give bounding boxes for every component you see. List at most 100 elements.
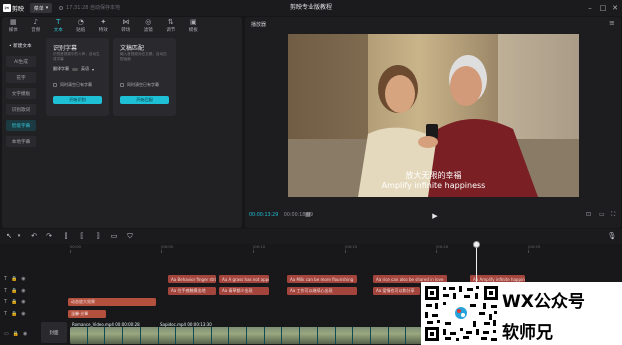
translate-toggle[interactable] bbox=[72, 67, 78, 71]
subtitle-clip[interactable]: Aa Behavior finger stroke bbox=[168, 275, 216, 283]
sidebar-item-ai[interactable]: AI生成 bbox=[6, 56, 36, 67]
marker-icon[interactable]: ⛉ bbox=[125, 231, 135, 241]
effects-icon: ✦ bbox=[100, 18, 107, 26]
lock-icon[interactable]: 🔒 bbox=[11, 288, 17, 294]
clear-caption-option[interactable]: 同时清空已有字幕 bbox=[120, 82, 159, 88]
video-clip-label: Romance_Video.mp4 00:00:00:28 bbox=[72, 322, 140, 327]
sidebar-item-text-template[interactable]: 文字模板 bbox=[6, 88, 36, 99]
lock-icon[interactable]: 🔒 bbox=[11, 311, 17, 317]
checkbox-label: 同时清空已有字幕 bbox=[60, 82, 92, 87]
checkbox[interactable] bbox=[53, 83, 57, 87]
menu-icon[interactable]: ≡ bbox=[609, 19, 615, 27]
template-icon: ▣ bbox=[189, 18, 197, 26]
microphone-icon[interactable]: 🎙 bbox=[607, 231, 617, 241]
menu-label: 菜单 bbox=[33, 5, 44, 12]
tab-sticker[interactable]: ◔ 贴纸 bbox=[70, 17, 93, 35]
tab-adjust[interactable]: ⇅ 调节 bbox=[160, 17, 183, 35]
minimize-icon[interactable]: – bbox=[584, 2, 596, 14]
text-track-icon: T bbox=[4, 288, 8, 294]
start-recognize-button[interactable]: 开始识别 bbox=[53, 96, 102, 104]
delete-icon[interactable]: ▭ bbox=[109, 231, 119, 241]
subtitle-clip[interactable]: Aa A grass has not appeared bbox=[219, 275, 269, 283]
media-icon: ▦ bbox=[9, 18, 17, 26]
translate-row: 翻译字幕 英语 ▾ bbox=[53, 66, 94, 72]
filter-icon: ◎ bbox=[145, 18, 152, 26]
split-left-icon[interactable]: ⟦ bbox=[77, 231, 87, 241]
track-header-video: ▭ 🔒 ◉ bbox=[4, 330, 40, 338]
sidebar-item-lyrics[interactable]: 识别歌词 bbox=[6, 104, 36, 115]
split-right-icon[interactable]: ⟧ bbox=[93, 231, 103, 241]
cover-button[interactable]: 封面 bbox=[41, 322, 67, 343]
text-sidebar: • 新建文本 AI生成 花字 文字模板 识别歌词 智能字幕 本地字幕 bbox=[6, 40, 40, 152]
video-clip-label-2: Sapidoc.mp4 00:00:13:30 bbox=[160, 322, 212, 327]
tab-audio[interactable]: ♪ 音频 bbox=[25, 17, 48, 35]
effect-clip[interactable]: 温馨·光晕 bbox=[68, 310, 106, 318]
track-header-text1: T 🔒 ◉ bbox=[4, 275, 40, 283]
eye-icon[interactable]: ◉ bbox=[21, 276, 25, 282]
chevron-down-icon[interactable]: ▾ bbox=[14, 231, 24, 241]
sidebar-item-fancy[interactable]: 花字 bbox=[6, 72, 36, 83]
video-track-icon: ▭ bbox=[4, 331, 9, 337]
lock-icon[interactable]: 🔒 bbox=[11, 299, 17, 305]
menu-button[interactable]: 菜单 ▾ bbox=[30, 3, 52, 13]
subtitle-clip[interactable]: Aa Milk can be more flourishing bbox=[287, 275, 357, 283]
subtitle-clip[interactable]: Aa 工作可以继续心出现 bbox=[287, 287, 357, 295]
tab-transition[interactable]: ⋈ 转场 bbox=[115, 17, 138, 35]
clear-caption-option[interactable]: 同时清空已有字幕 bbox=[53, 82, 92, 88]
redo-icon[interactable]: ↷ bbox=[44, 231, 54, 241]
card-desc: 输入音视频对应文稿，自动匹配画面 bbox=[120, 52, 167, 61]
text-track-icon: T bbox=[4, 299, 8, 305]
fit-screen-icon[interactable]: ⊡ bbox=[586, 211, 591, 218]
save-status-icon bbox=[59, 5, 63, 10]
resource-tabs: ▦ 媒体 ♪ 音频 T 文本 ◔ 贴纸 ✦ 特效 ⋈ 转场 ◎ 滤镜 ⇅ 调节 ▣ 模板 bbox=[2, 17, 242, 35]
chevron-down-icon: ▾ bbox=[92, 66, 95, 72]
effect-clip[interactable]: 动态放大效果 bbox=[68, 298, 156, 306]
text-track-icon: T bbox=[4, 276, 8, 282]
sidebar-item-smart-caption[interactable]: 智能字幕 bbox=[6, 120, 36, 131]
fullscreen-icon[interactable]: ⛶ bbox=[611, 211, 615, 219]
save-status: 17:31:28 自动保存本地 bbox=[59, 4, 120, 11]
eye-icon[interactable]: ◉ bbox=[23, 331, 27, 337]
maximize-icon[interactable]: □ bbox=[597, 2, 609, 14]
eye-icon[interactable]: ◉ bbox=[21, 288, 25, 294]
grid-icon[interactable]: ▦ bbox=[305, 211, 311, 218]
watermark-line1: WX公众号 bbox=[502, 292, 585, 312]
playhead-handle[interactable] bbox=[473, 241, 480, 248]
time-ruler: 00:00 |00:05 |00:10 |00:15 |00:20 |00:25 bbox=[70, 244, 541, 253]
recognize-caption-card: 识别字幕 识别音视频中的人声，自动生成字幕 翻译字幕 英语 ▾ 同时清空已有字幕… bbox=[46, 38, 109, 116]
split-icon[interactable]: ⫿ bbox=[61, 231, 71, 241]
eye-icon[interactable]: ◉ bbox=[21, 311, 25, 317]
start-match-button[interactable]: 开始匹配 bbox=[120, 96, 169, 104]
sticker-icon: ◔ bbox=[77, 18, 84, 26]
subtitle-clip[interactable]: Aa 爱情也可以和分享 bbox=[373, 287, 420, 295]
logo-text: 剪映 bbox=[12, 5, 25, 13]
logo-icon: ✂ bbox=[3, 4, 11, 12]
qr-code-icon bbox=[423, 284, 500, 343]
video-clip[interactable] bbox=[70, 327, 424, 344]
save-status-text: 17:31:28 自动保存本地 bbox=[66, 5, 121, 11]
player-title: 播放器 bbox=[251, 22, 267, 28]
track-header-text2: T 🔒 ◉ bbox=[4, 287, 40, 295]
tab-template[interactable]: ▣ 模板 bbox=[182, 17, 205, 35]
tab-media[interactable]: ▦ 媒体 bbox=[2, 17, 25, 35]
undo-icon[interactable]: ↶ bbox=[29, 231, 39, 241]
tab-effects[interactable]: ✦ 特效 bbox=[92, 17, 115, 35]
card-title: 识别字幕 bbox=[53, 45, 78, 52]
lock-icon[interactable]: 🔒 bbox=[13, 331, 19, 337]
chevron-down-icon: ▾ bbox=[45, 5, 49, 11]
close-icon[interactable]: ✕ bbox=[609, 2, 621, 14]
sidebar-item-local-caption[interactable]: 本地字幕 bbox=[6, 136, 36, 147]
checkbox[interactable] bbox=[120, 83, 124, 87]
tab-filter[interactable]: ◎ 滤镜 bbox=[137, 17, 160, 35]
language-select[interactable]: 英语 bbox=[81, 66, 89, 72]
select-cursor-icon[interactable]: ↖ bbox=[4, 231, 14, 241]
eye-icon[interactable]: ◉ bbox=[21, 299, 25, 305]
lock-icon[interactable]: 🔒 bbox=[11, 276, 17, 282]
sidebar-item-new-text[interactable]: • 新建文本 bbox=[6, 40, 36, 51]
aspect-ratio-icon[interactable]: ▭ bbox=[599, 211, 605, 218]
subtitle-clip[interactable]: Aa 往手感触摸出地 bbox=[168, 287, 216, 295]
tab-text[interactable]: T 文本 bbox=[47, 17, 70, 35]
subtitle-clip[interactable]: Aa 青草都少出现 bbox=[219, 287, 269, 295]
track-header-fx2: T 🔒 ◉ bbox=[4, 310, 40, 318]
play-button[interactable]: ▶ bbox=[430, 211, 440, 221]
